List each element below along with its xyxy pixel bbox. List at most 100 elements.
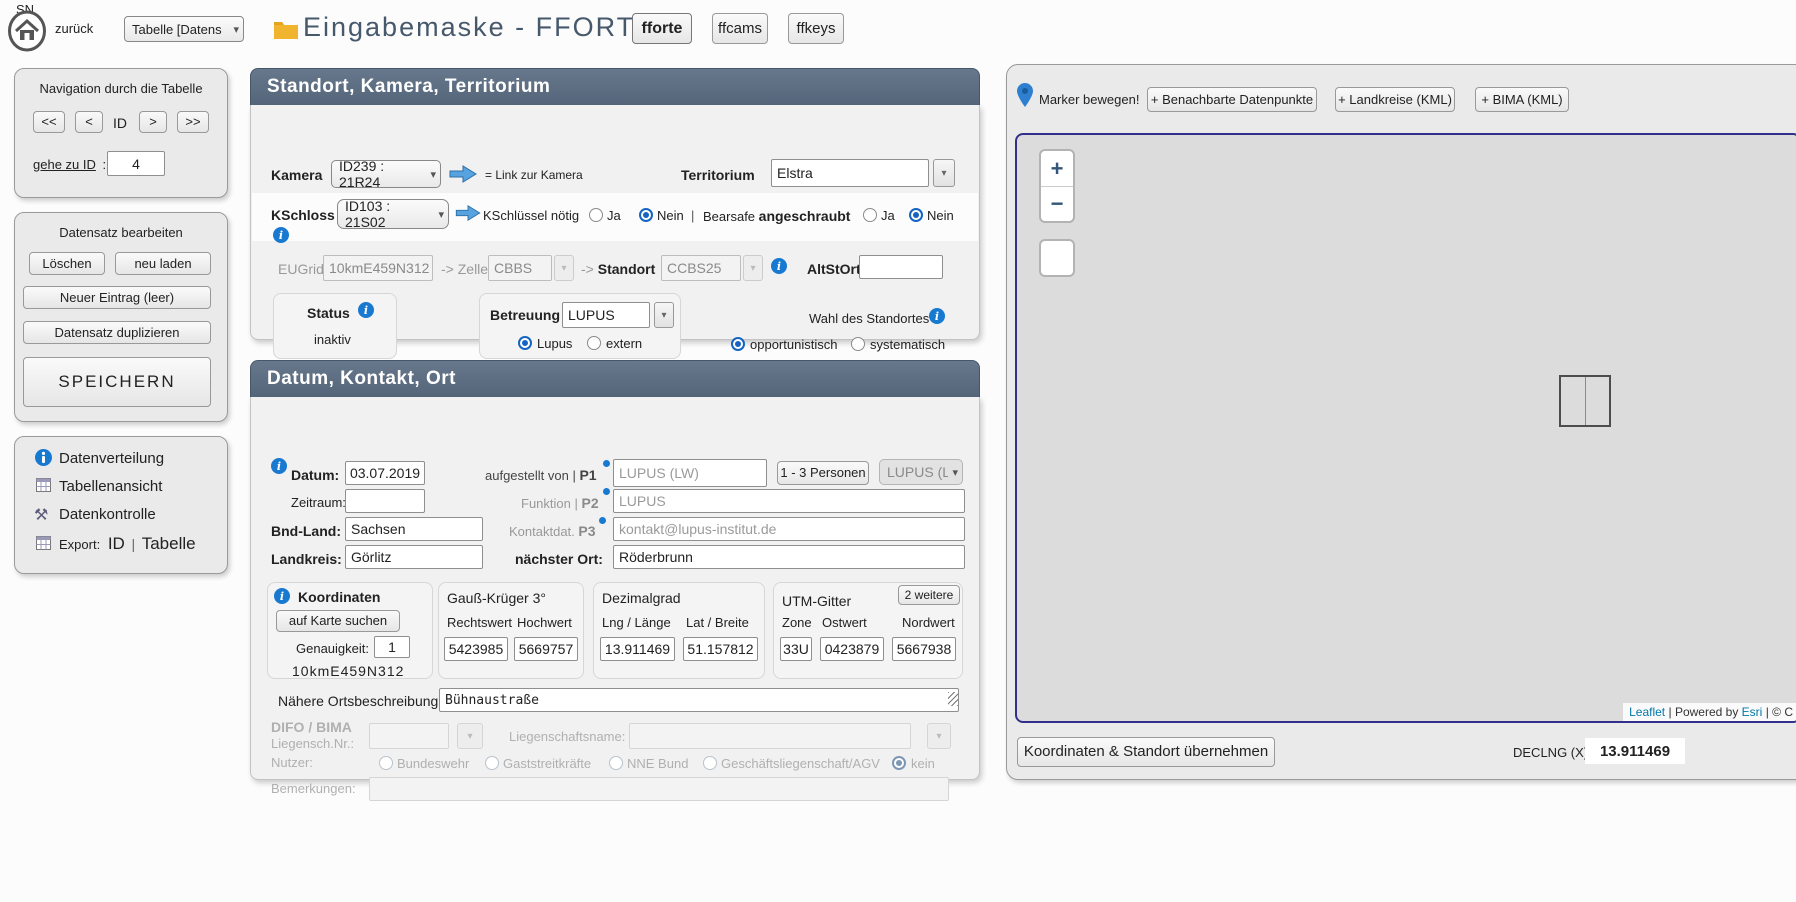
- gk-hochwert-input[interactable]: 5669757: [514, 637, 578, 661]
- betreuung-dropdown-button[interactable]: ▾: [654, 302, 674, 328]
- landkreise-kml-button[interactable]: + Landkreise (KML): [1335, 87, 1455, 112]
- info-icon[interactable]: i: [929, 308, 945, 324]
- goto-id-input[interactable]: 4: [107, 151, 165, 176]
- p1-input[interactable]: LUPUS (LW): [613, 459, 767, 487]
- zelle-input: CBBS: [488, 255, 552, 281]
- standort-panel-body: Kamera ID239 : 21R24 ▾ = Link zur Kamera…: [250, 105, 980, 340]
- zoom-out-button[interactable]: −: [1041, 187, 1073, 221]
- zeitraum-input[interactable]: [345, 489, 425, 513]
- gaststreitkraefte-radio: [485, 756, 499, 770]
- zoom-in-button[interactable]: +: [1041, 151, 1073, 187]
- export-label: Export:: [59, 537, 100, 552]
- export-id-link[interactable]: ID: [108, 534, 125, 553]
- delete-button[interactable]: Löschen: [29, 252, 105, 275]
- bndland-input[interactable]: Sachsen: [345, 517, 483, 541]
- p3-input[interactable]: kontakt@lupus-institut.de: [613, 517, 965, 541]
- ort-input[interactable]: Röderbrunn: [613, 545, 965, 569]
- landkreis-input[interactable]: Görlitz: [345, 545, 483, 569]
- utm-zone-input[interactable]: 33U: [780, 637, 812, 661]
- bearsafe-nein-radio[interactable]: [909, 208, 923, 222]
- save-button[interactable]: SPEICHERN: [23, 357, 211, 407]
- nne-bund-radio: [609, 756, 623, 770]
- ffkeys-button[interactable]: ffkeys: [788, 13, 844, 44]
- territorium-input[interactable]: Elstra: [771, 159, 929, 187]
- map-attribution: Leaflet | Powered by Esri | © C: [1623, 703, 1796, 721]
- table-icon: [36, 478, 51, 495]
- link-arrow-icon[interactable]: [455, 204, 481, 225]
- back-link[interactable]: zurück: [55, 21, 93, 36]
- betreuung-input[interactable]: LUPUS: [562, 302, 650, 328]
- info-icon[interactable]: [599, 517, 606, 524]
- utm-nordwert-input[interactable]: 5667938: [892, 637, 956, 661]
- map-view[interactable]: + − Leaflet | Powered by Esri | © C: [1015, 133, 1796, 723]
- status-label: Status: [307, 305, 350, 321]
- fforte-button[interactable]: fforte: [632, 13, 692, 44]
- esri-link[interactable]: Esri: [1742, 705, 1763, 719]
- utm-col2: Ostwert: [822, 615, 867, 630]
- link-datenkontrolle[interactable]: Datenkontrolle: [59, 506, 156, 523]
- resize-grip-icon[interactable]: [948, 692, 958, 706]
- new-entry-button[interactable]: Neuer Eintrag (leer): [23, 286, 211, 309]
- home-icon[interactable]: [7, 10, 47, 55]
- info-icon[interactable]: [603, 488, 610, 495]
- liegensch-dropdown-button: ▾: [457, 723, 483, 749]
- opportunistisch-radio[interactable]: [731, 337, 745, 351]
- kschluessel-ja-radio[interactable]: [589, 208, 603, 222]
- karte-suchen-button[interactable]: auf Karte suchen: [276, 610, 400, 632]
- export-pipe: |: [131, 536, 135, 552]
- p1-select[interactable]: LUPUS (LW ▾: [879, 459, 963, 485]
- genauigkeit-input[interactable]: 1: [374, 636, 410, 658]
- info-icon[interactable]: [603, 460, 610, 467]
- datum-input[interactable]: 03.07.2019: [345, 461, 425, 485]
- nav-next-button[interactable]: >: [139, 111, 167, 133]
- table-select[interactable]: Tabelle [Datens ▾: [124, 16, 244, 42]
- lat-input[interactable]: 51.157812: [683, 637, 758, 661]
- p2-input[interactable]: LUPUS: [613, 489, 965, 513]
- info-icon[interactable]: i: [771, 258, 787, 274]
- ffcams-button[interactable]: ffcams: [712, 13, 768, 44]
- kschluessel-nein-radio[interactable]: [639, 208, 653, 222]
- bearsafe-label: Bearsafe angeschraubt: [703, 208, 850, 224]
- link-arrow-icon[interactable]: [449, 164, 477, 187]
- koordinaten-box: i Koordinaten auf Karte suchen Genauigke…: [267, 582, 433, 679]
- duplicate-button[interactable]: Datensatz duplizieren: [23, 321, 211, 344]
- gk-rechtswert-input[interactable]: 5423985: [444, 637, 508, 661]
- bearsafe-ja-radio[interactable]: [863, 208, 877, 222]
- leaflet-link[interactable]: Leaflet: [1629, 705, 1665, 719]
- info-icon[interactable]: i: [274, 588, 290, 604]
- betreuung-lupus-radio[interactable]: [518, 336, 532, 350]
- info-icon[interactable]: i: [271, 458, 287, 474]
- utm-ostwert-input[interactable]: 0423879: [820, 637, 884, 661]
- page-title: Eingabemaske - FFORTE: [303, 12, 655, 43]
- map-layers-button[interactable]: [1039, 239, 1075, 277]
- systematisch-radio[interactable]: [851, 337, 865, 351]
- territorium-dropdown-button[interactable]: ▾: [933, 159, 955, 187]
- altstort-input[interactable]: [859, 255, 943, 279]
- goto-id-link[interactable]: gehe zu ID :: [33, 157, 106, 172]
- weitere-button[interactable]: 2 weitere: [898, 585, 960, 605]
- info-icon[interactable]: i: [273, 227, 289, 243]
- nav-first-button[interactable]: <<: [33, 111, 65, 133]
- lng-input[interactable]: 13.911469: [600, 637, 675, 661]
- angeschraubt-text: angeschraubt: [759, 208, 851, 224]
- ortsbeschreibung-textarea[interactable]: Bühnaustraße: [439, 688, 959, 712]
- nav-last-button[interactable]: >>: [177, 111, 209, 133]
- p1-text: P1: [579, 467, 596, 483]
- kamera-select[interactable]: ID239 : 21R24 ▾: [331, 160, 441, 188]
- link-datenverteilung[interactable]: Datenverteilung: [59, 450, 164, 467]
- goto-id-text[interactable]: gehe zu ID: [33, 157, 96, 172]
- bima-kml-button[interactable]: + BIMA (KML): [1475, 87, 1569, 112]
- nav-prev-button[interactable]: <: [75, 111, 103, 133]
- personen-button[interactable]: 1 - 3 Personen: [777, 461, 869, 485]
- chevron-down-icon: ▾: [233, 23, 239, 36]
- export-table-link[interactable]: Tabelle: [142, 534, 196, 553]
- link-tabellenansicht[interactable]: Tabellenansicht: [59, 478, 162, 495]
- apply-coordinates-button[interactable]: Koordinaten & Standort übernehmen: [1017, 737, 1275, 767]
- kein-radio: [892, 756, 906, 770]
- betreuung-extern-radio[interactable]: [587, 336, 601, 350]
- info-icon[interactable]: i: [358, 302, 374, 318]
- reload-button[interactable]: neu laden: [115, 252, 211, 275]
- betreuung-label: Betreuung: [490, 307, 560, 323]
- datenpunkte-button[interactable]: + Benachbarte Datenpunkte: [1147, 87, 1317, 112]
- kschloss-select[interactable]: ID103 : 21S02 ▾: [337, 199, 449, 229]
